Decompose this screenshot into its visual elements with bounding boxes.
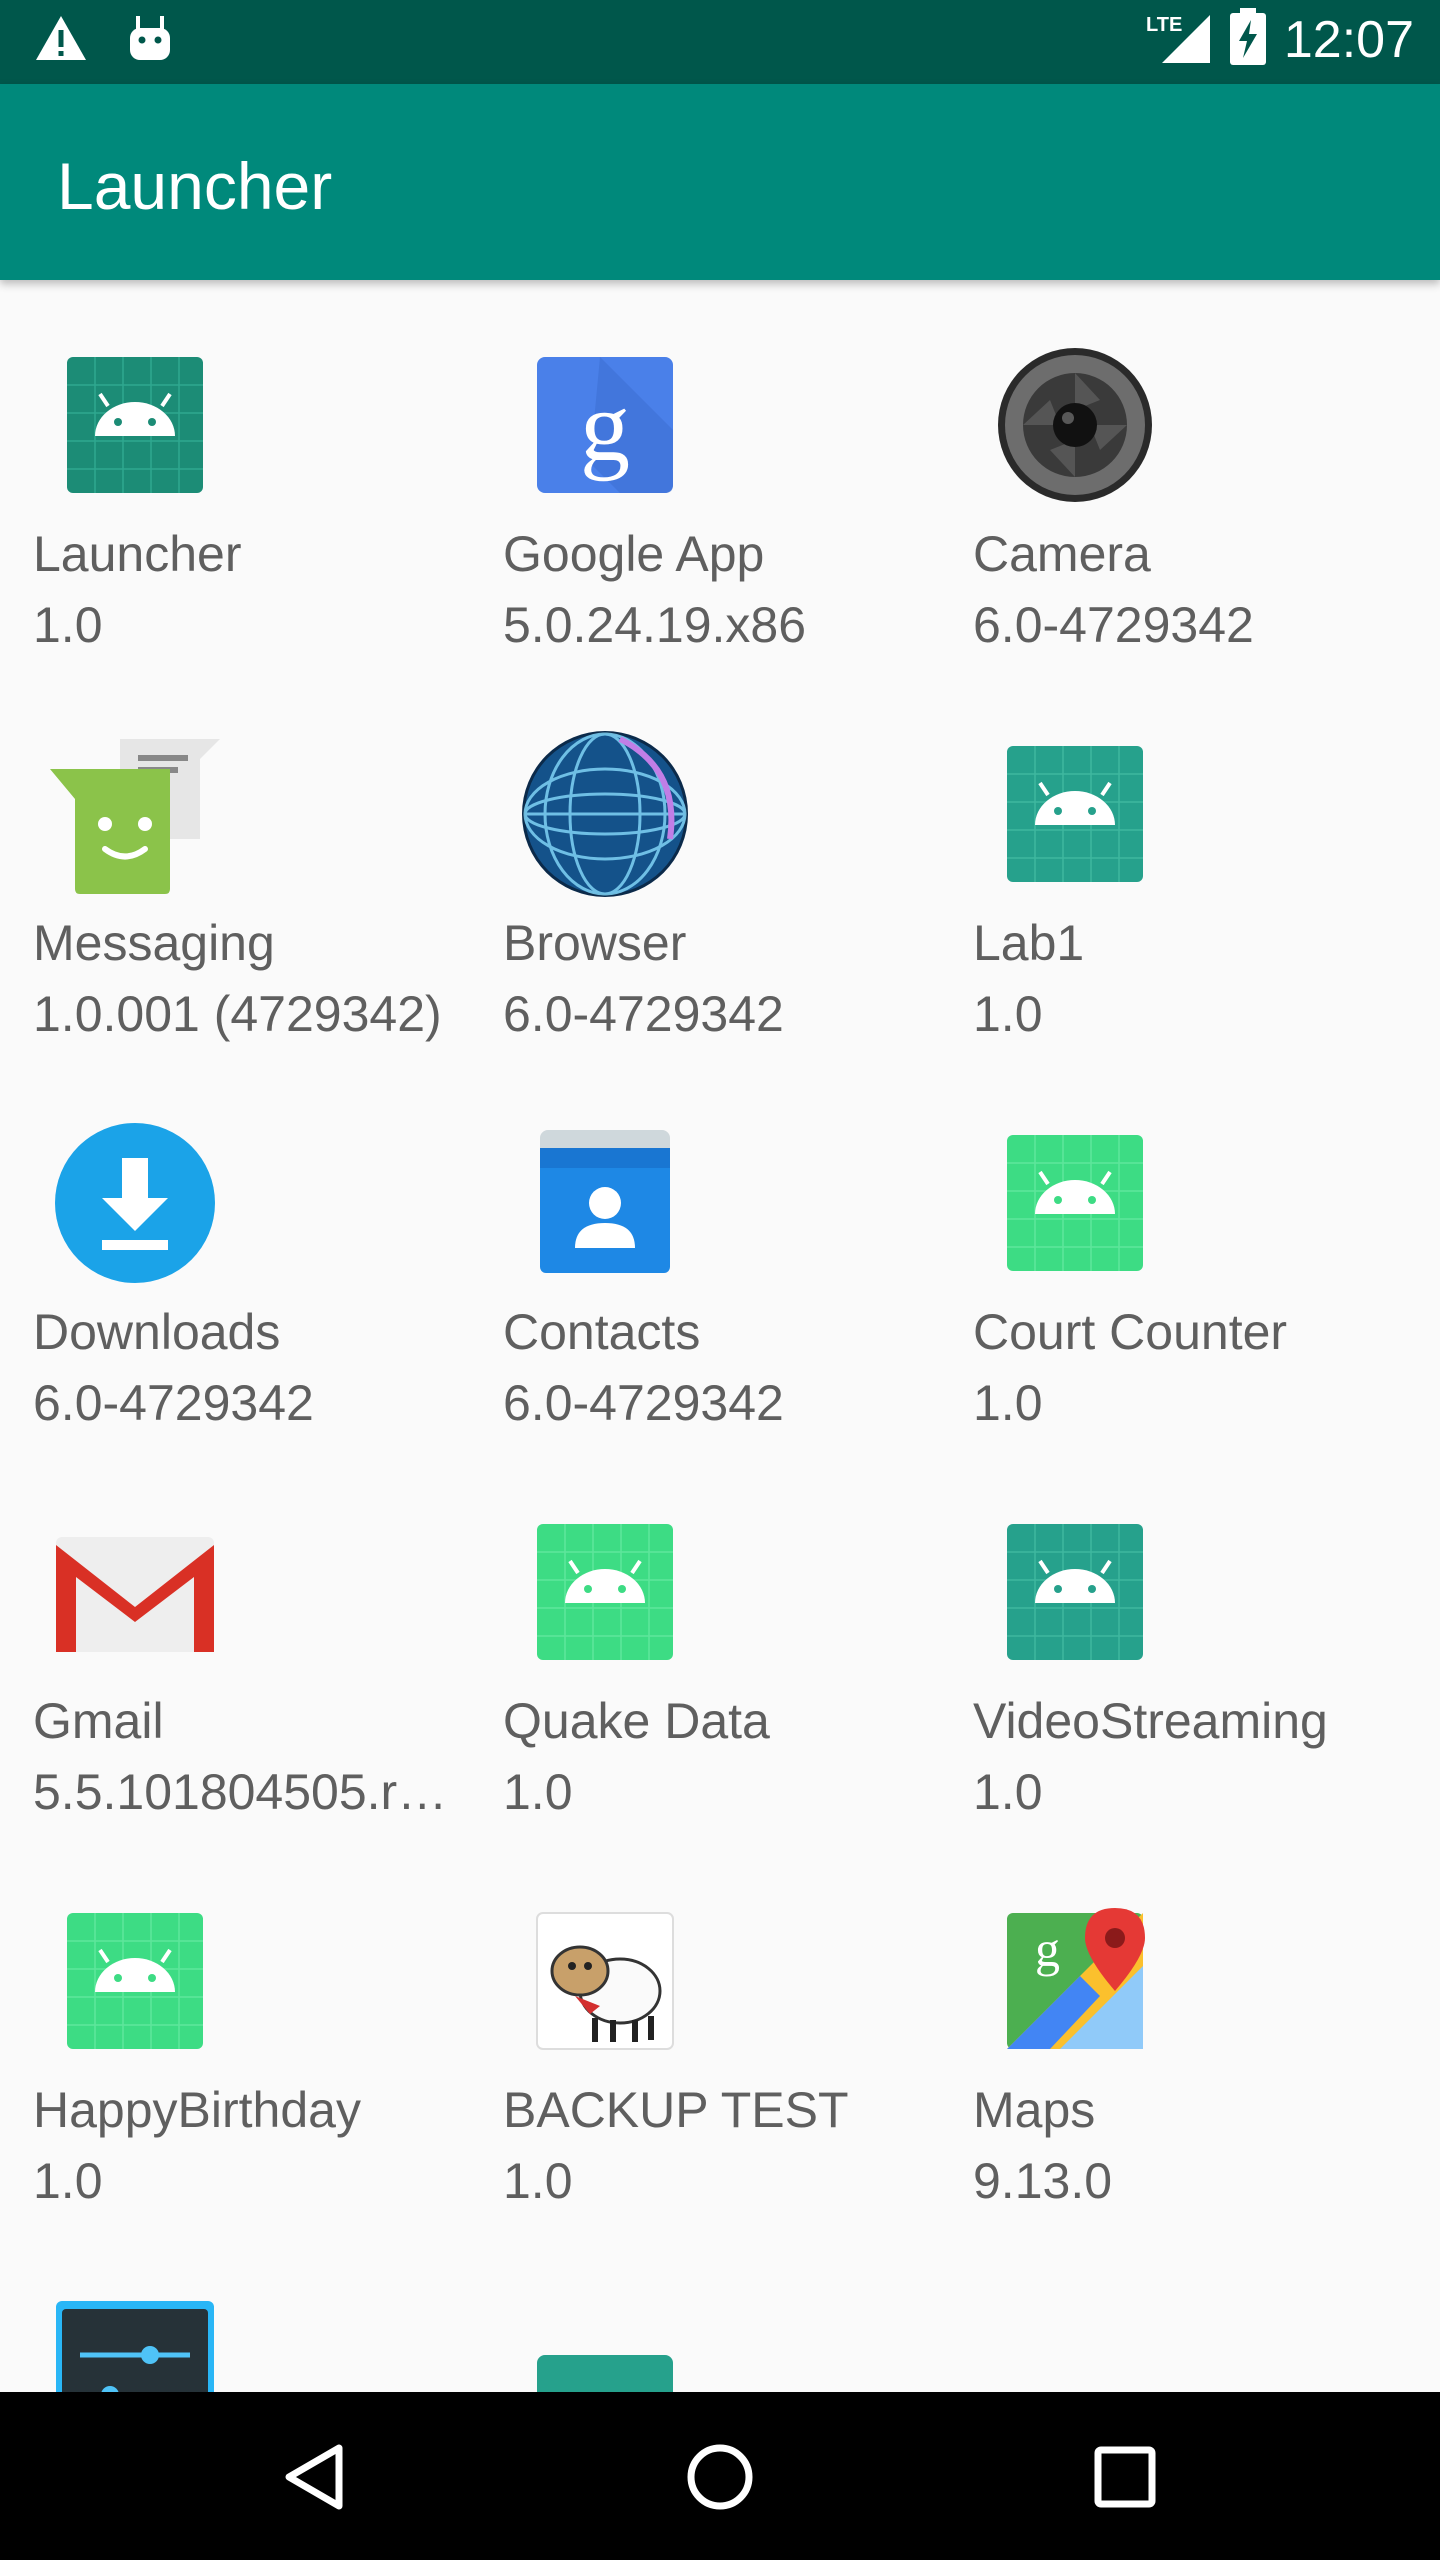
android-icon xyxy=(990,1507,1160,1677)
maps-icon: g xyxy=(990,1896,1160,2066)
android-icon xyxy=(520,1507,690,1677)
app-item-launcher[interactable]: Launcher 1.0 xyxy=(0,280,470,669)
app-item-partial[interactable] xyxy=(0,2225,470,2392)
app-item-messaging[interactable]: Messaging 1.0.001 (4729342) xyxy=(0,669,470,1058)
app-name: Downloads xyxy=(33,1304,281,1360)
app-name: Launcher xyxy=(33,526,242,582)
svg-text:LTE: LTE xyxy=(1146,14,1182,36)
app-name: HappyBirthday xyxy=(33,2082,361,2138)
gmail-icon xyxy=(50,1507,220,1677)
app-item-contacts[interactable]: Contacts 6.0-4729342 xyxy=(470,1058,940,1447)
browser-globe-icon xyxy=(520,729,690,899)
sheep-icon xyxy=(520,1896,690,2066)
app-version: 5.0.24.19.x86 xyxy=(503,597,807,653)
home-button[interactable] xyxy=(665,2422,775,2532)
app-name: Browser xyxy=(503,915,687,971)
navigation-bar xyxy=(0,2392,1440,2560)
app-version: 6.0-4729342 xyxy=(503,1375,784,1431)
messaging-icon xyxy=(50,729,220,899)
status-bar: LTE 12:07 xyxy=(0,0,1440,84)
app-item-court-counter[interactable]: Court Counter 1.0 xyxy=(940,1058,1410,1447)
android-icon xyxy=(50,1896,220,2066)
app-name: Court Counter xyxy=(973,1304,1288,1360)
app-name: Quake Data xyxy=(503,1693,770,1749)
recents-button[interactable] xyxy=(1070,2422,1180,2532)
svg-text:g: g xyxy=(1035,1921,1060,1977)
app-item-browser[interactable]: Browser 6.0-4729342 xyxy=(470,669,940,1058)
app-version: 1.0 xyxy=(973,1764,1043,1820)
app-item-google-app[interactable]: g Google App 5.0.24.19.x86 xyxy=(470,280,940,669)
app-name: Google App xyxy=(503,526,765,582)
contacts-icon xyxy=(520,1118,690,1288)
svg-text:g: g xyxy=(580,371,630,482)
app-item-happybirthday[interactable]: HappyBirthday 1.0 xyxy=(0,1836,470,2225)
app-version: 1.0.001 (4729342) xyxy=(33,986,442,1042)
app-version: 1.0 xyxy=(503,1764,573,1820)
android-icon xyxy=(990,729,1160,899)
app-version: 1.0 xyxy=(973,1375,1043,1431)
app-version: 6.0-4729342 xyxy=(973,597,1254,653)
android-debug-icon xyxy=(128,14,172,67)
settings-icon xyxy=(50,2285,220,2392)
app-item-downloads[interactable]: Downloads 6.0-4729342 xyxy=(0,1058,470,1447)
app-bar: Launcher xyxy=(0,84,1440,280)
app-name: Contacts xyxy=(503,1304,701,1360)
android-icon xyxy=(520,2285,690,2392)
download-icon xyxy=(50,1118,220,1288)
lte-signal-icon: LTE xyxy=(1144,9,1212,70)
android-icon xyxy=(50,340,220,510)
app-name: Camera xyxy=(973,526,1151,582)
app-item-gmail[interactable]: Gmail 5.5.101804505.release xyxy=(0,1447,470,1836)
app-version: 6.0-4729342 xyxy=(503,986,784,1042)
app-version: 1.0 xyxy=(33,2153,103,2209)
clock: 12:07 xyxy=(1283,10,1414,69)
app-version: 5.5.101804505.release xyxy=(33,1764,463,1820)
battery-charging-icon xyxy=(1229,8,1266,71)
app-item-videostreaming[interactable]: VideoStreaming 1.0 xyxy=(940,1447,1410,1836)
app-version: 1.0 xyxy=(503,2153,573,2209)
app-icon xyxy=(990,2285,1160,2392)
app-name: Messaging xyxy=(33,915,275,971)
app-item-quake-data[interactable]: Quake Data 1.0 xyxy=(470,1447,940,1836)
camera-icon xyxy=(990,340,1160,510)
warning-icon xyxy=(34,14,88,67)
app-version: 1.0 xyxy=(973,986,1043,1042)
app-name: BACKUP TEST xyxy=(503,2082,849,2138)
app-name: Maps xyxy=(973,2082,1096,2138)
app-item-backup-test[interactable]: BACKUP TEST 1.0 xyxy=(470,1836,940,2225)
app-version: 1.0 xyxy=(33,597,103,653)
app-name: VideoStreaming xyxy=(973,1693,1328,1749)
app-grid[interactable]: Launcher 1.0 g Google App 5.0.24.19.x86 … xyxy=(0,280,1440,2392)
android-icon xyxy=(990,1118,1160,1288)
app-name: Gmail xyxy=(33,1693,164,1749)
google-icon: g xyxy=(520,340,690,510)
app-item-lab1[interactable]: Lab1 1.0 xyxy=(940,669,1410,1058)
app-version: 6.0-4729342 xyxy=(33,1375,314,1431)
app-version: 9.13.0 xyxy=(973,2153,1113,2209)
back-button[interactable] xyxy=(261,2422,371,2532)
app-item-partial[interactable] xyxy=(470,2225,940,2392)
app-item-camera[interactable]: Camera 6.0-4729342 xyxy=(940,280,1410,669)
app-item-maps[interactable]: g Maps 9.13.0 xyxy=(940,1836,1410,2225)
app-name: Lab1 xyxy=(973,915,1085,971)
app-item-partial[interactable] xyxy=(940,2225,1410,2392)
page-title: Launcher xyxy=(57,149,333,223)
